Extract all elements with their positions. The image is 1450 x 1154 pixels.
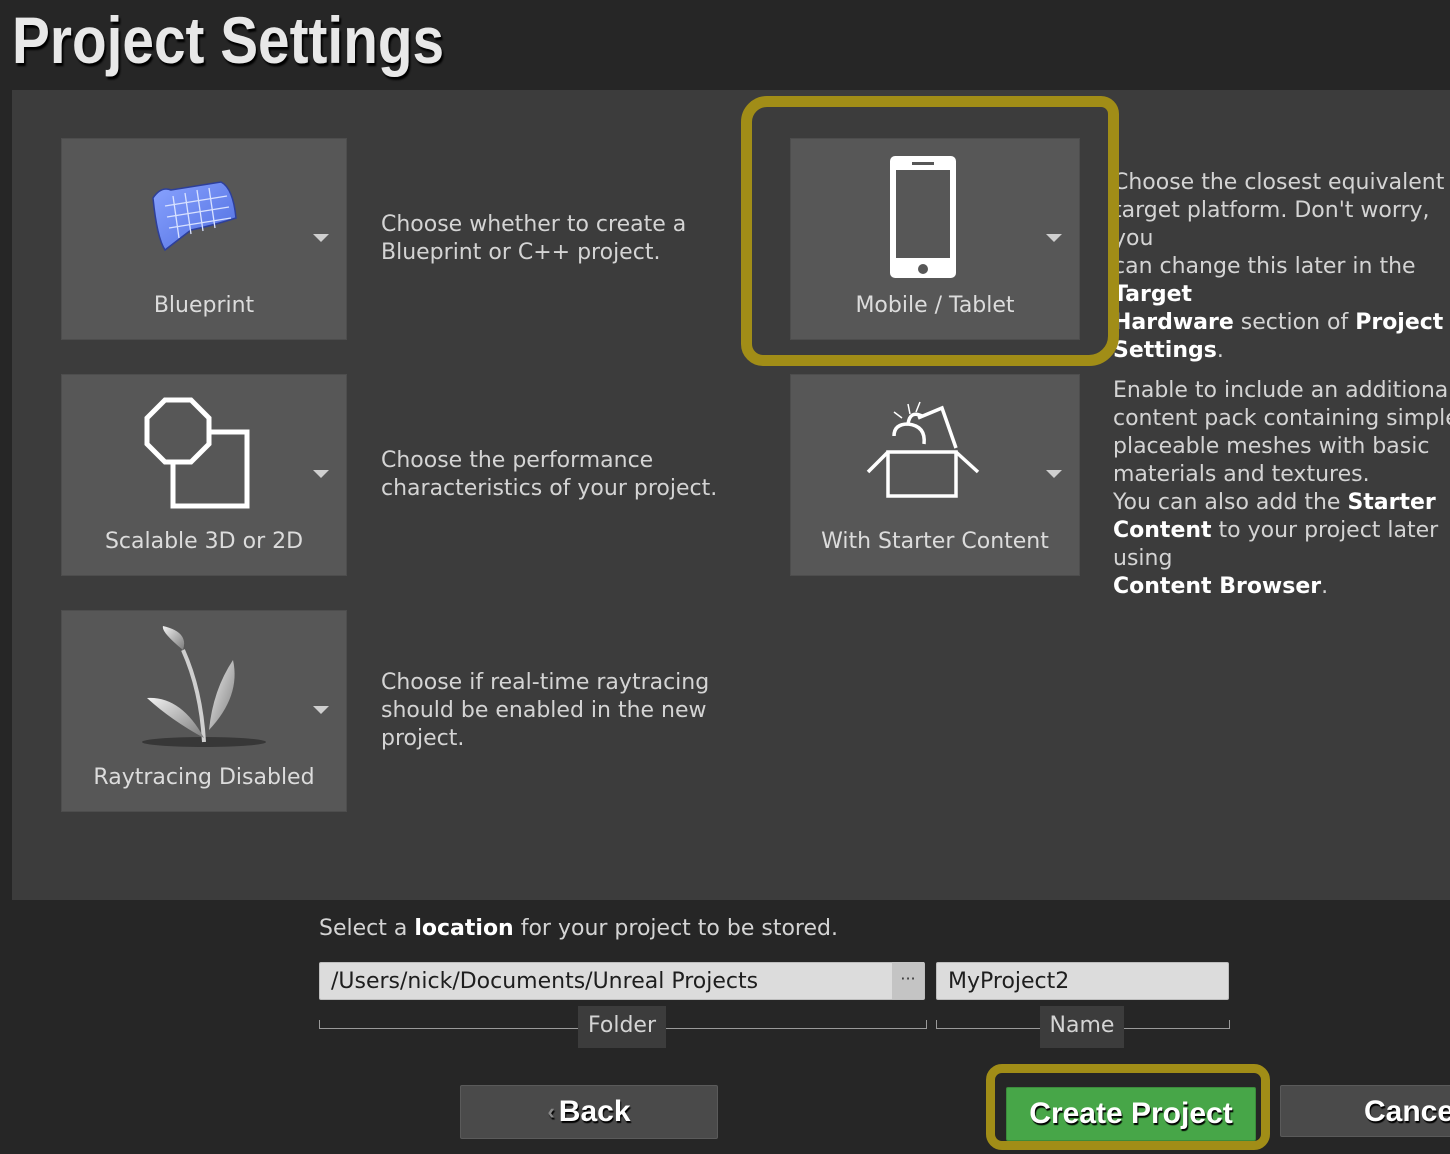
raytracing-option-tile[interactable]: Raytracing Disabled [61,610,347,812]
create-project-button[interactable]: Create Project [1006,1087,1256,1141]
back-button-label: Back [558,1095,631,1128]
folder-label: Folder [578,1006,666,1048]
scalable-description: Choose the performance characteristics o… [381,448,718,501]
starter-content-description: Enable to include an additional content … [1113,378,1450,599]
chevron-down-icon[interactable] [1046,234,1062,242]
cancel-button[interactable]: Cancel [1280,1085,1450,1137]
phone-icon [790,138,1080,288]
raytracing-option-label: Raytracing Disabled [93,765,315,790]
project-name-field[interactable]: MyProject2 [936,962,1229,1000]
chevron-down-icon[interactable] [313,234,329,242]
raytracing-description: Choose if real-time raytracing should be… [381,670,710,751]
mobile-option-tile[interactable]: Mobile / Tablet [790,138,1080,340]
browse-folder-button[interactable]: ··· [892,962,924,999]
scalable-option-tile[interactable]: Scalable 3D or 2D [61,374,347,576]
plant-icon [61,610,347,760]
location-prompt: Select a location for your project to be… [319,916,838,941]
blueprint-icon [61,138,347,288]
chevron-down-icon[interactable] [313,706,329,714]
page-title: Project Settings [12,3,445,77]
scalable-option-label: Scalable 3D or 2D [104,529,304,554]
back-button[interactable]: ‹ Back [460,1085,718,1139]
starter-content-option-label: With Starter Content [821,529,1049,554]
mobile-description: Choose the closest equivalent target pla… [1113,170,1445,363]
mobile-option-label: Mobile / Tablet [855,293,1015,318]
chevron-down-icon[interactable] [313,470,329,478]
shapes-icon [61,374,347,524]
name-label: Name [1040,1006,1124,1048]
folder-path-field[interactable]: /Users/nick/Documents/Unreal Projects [319,962,925,1000]
blueprint-option-tile[interactable]: Blueprint [61,138,347,340]
chevron-down-icon[interactable] [1046,470,1062,478]
starter-content-option-tile[interactable]: With Starter Content [790,374,1080,576]
blueprint-description: Choose whether to create a Blueprint or … [381,212,687,265]
blueprint-option-label: Blueprint [153,293,255,318]
chevron-left-icon: ‹ [547,1099,555,1124]
box-icon [790,374,1080,524]
